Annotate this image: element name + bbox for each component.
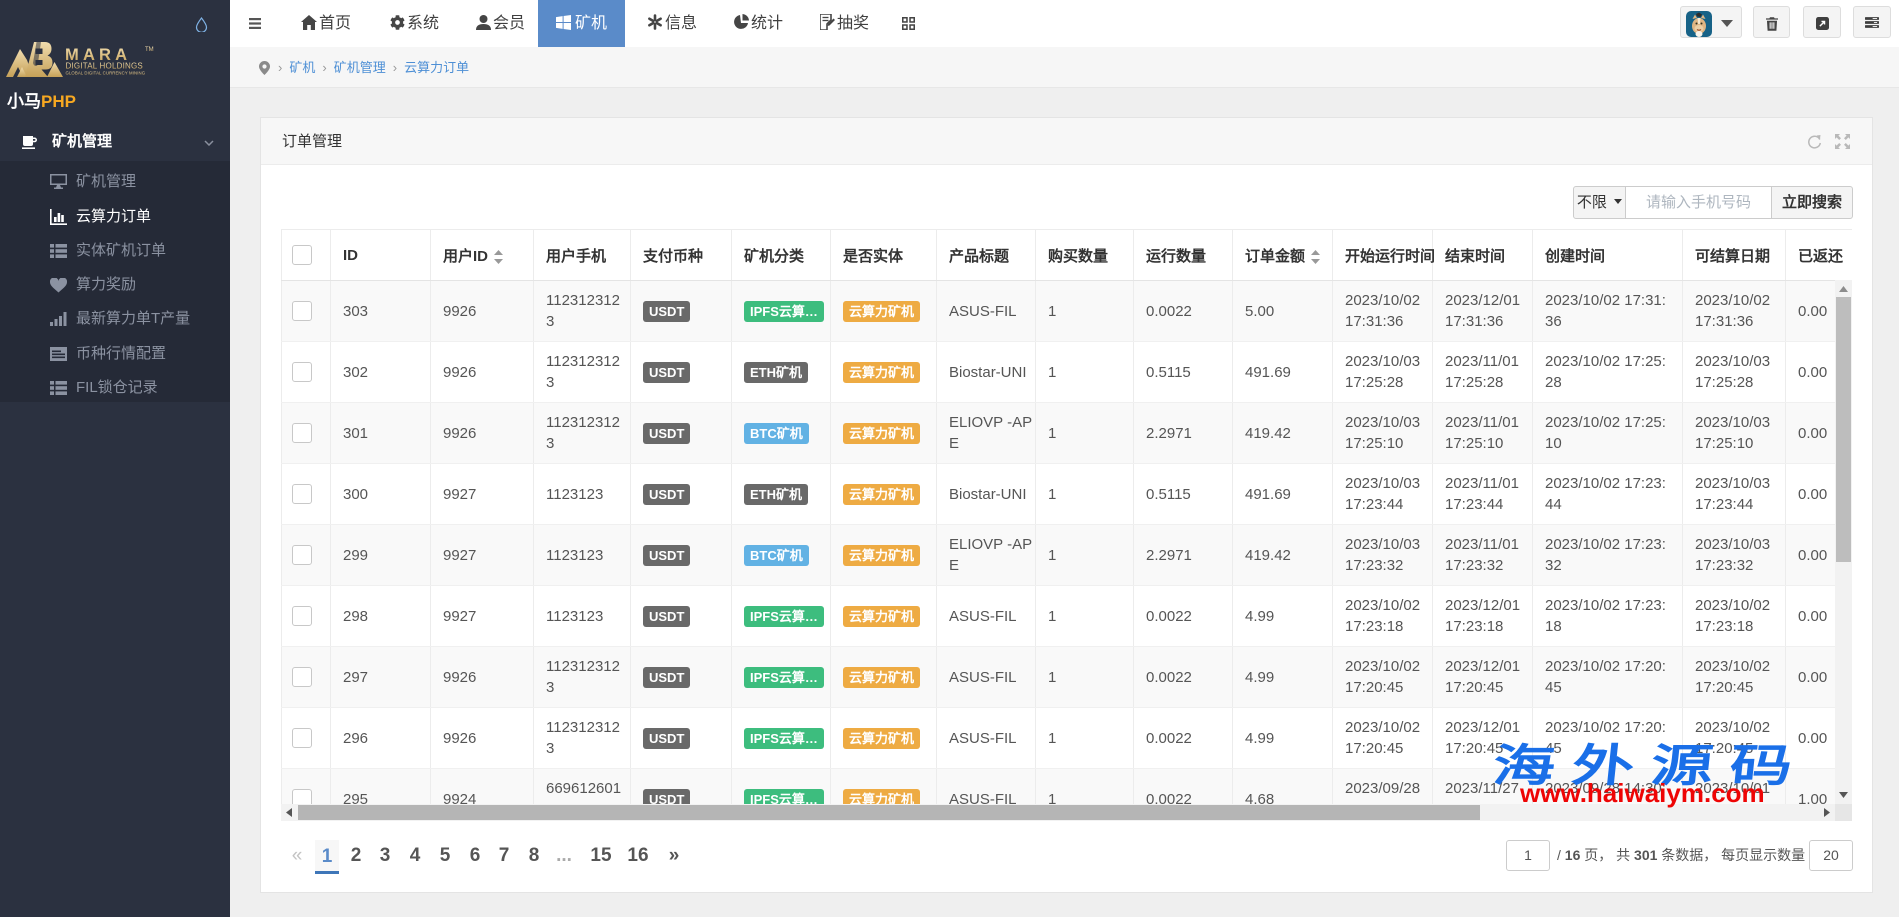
svg-text:GLOBAL DIGITAL CURRENCY MINING: GLOBAL DIGITAL CURRENCY MINING — [66, 71, 146, 76]
svg-text:DIGITAL HOLDINGS: DIGITAL HOLDINGS — [66, 62, 143, 71]
svg-text:TM: TM — [145, 47, 154, 53]
